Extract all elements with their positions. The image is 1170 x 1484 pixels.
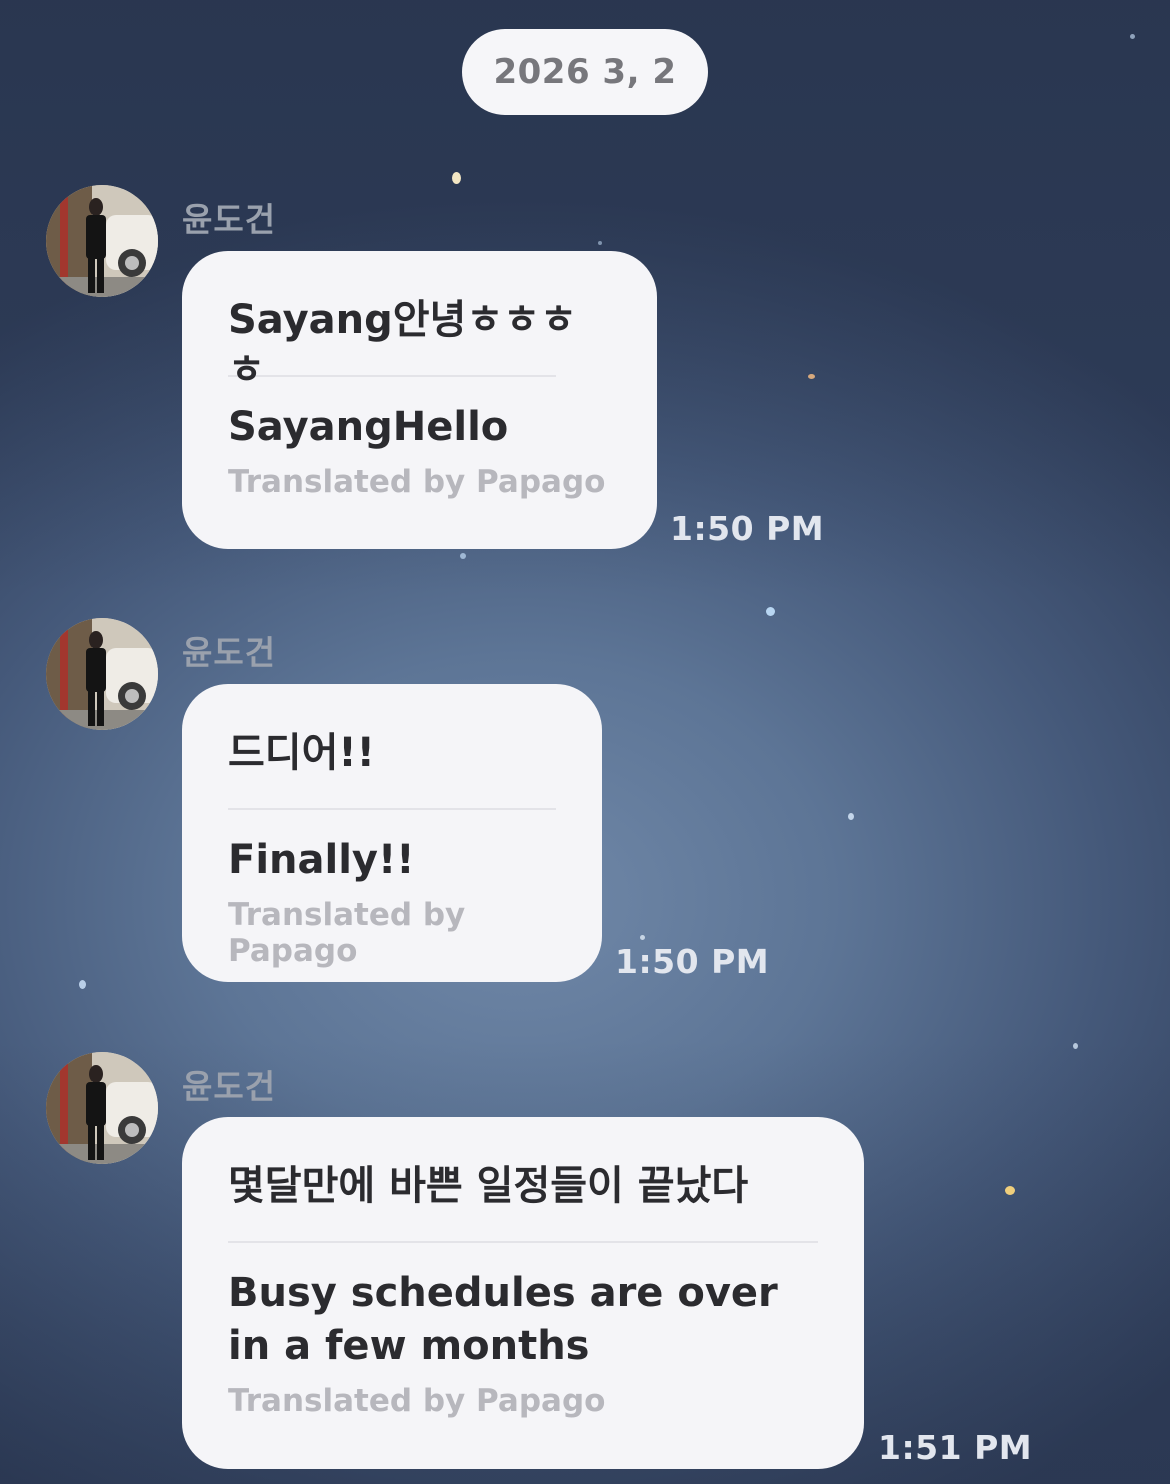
original-text: 몇달만에 바쁜 일정들이 끝났다 [228,1163,749,1209]
translated-text: Busy schedules are over in a few months [228,1270,778,1369]
profile-photo-icon [46,1052,158,1164]
background-sparkle [79,980,86,989]
background-sparkle [598,241,602,245]
translated-text: SayangHello [228,404,509,450]
date-divider: 2026 3, 2 [462,29,708,115]
background-sparkle [1005,1186,1015,1195]
sender-avatar[interactable] [46,1052,158,1164]
background-sparkle [460,553,466,559]
original-text: Sayang안녕ㅎㅎㅎㅎ [228,297,577,393]
translation-credit: Translated by Papago [228,463,606,500]
message-time: 1:50 PM [670,509,825,548]
translation-credit: Translated by Papago [228,1382,606,1419]
original-text: 드디어!! [228,730,375,776]
background-sparkle [1130,34,1135,39]
sender-name: 윤도건 [182,633,277,672]
translated-text: Finally!! [228,837,415,883]
profile-photo-icon [46,618,158,730]
background-sparkle [766,607,775,616]
sender-avatar[interactable] [46,618,158,730]
message-bubble[interactable]: Sayang안녕ㅎㅎㅎㅎ SayangHello Translated by P… [182,251,657,549]
message-bubble[interactable]: 드디어!! Finally!! Translated by Papago [182,684,602,982]
profile-photo-icon [46,185,158,297]
translation-credit: Translated by Papago [228,896,466,969]
sender-name: 윤도건 [182,1067,277,1106]
background-sparkle [640,935,645,940]
message-bubble[interactable]: 몇달만에 바쁜 일정들이 끝났다 Busy schedules are over… [182,1117,864,1469]
background-sparkle [452,172,461,184]
sender-avatar[interactable] [46,185,158,297]
background-sparkle [1073,1043,1078,1049]
background-sparkle [848,813,854,820]
message-time: 1:51 PM [878,1428,1033,1467]
message-time: 1:50 PM [615,942,770,981]
sender-name: 윤도건 [182,200,277,239]
background-sparkle [808,374,815,379]
